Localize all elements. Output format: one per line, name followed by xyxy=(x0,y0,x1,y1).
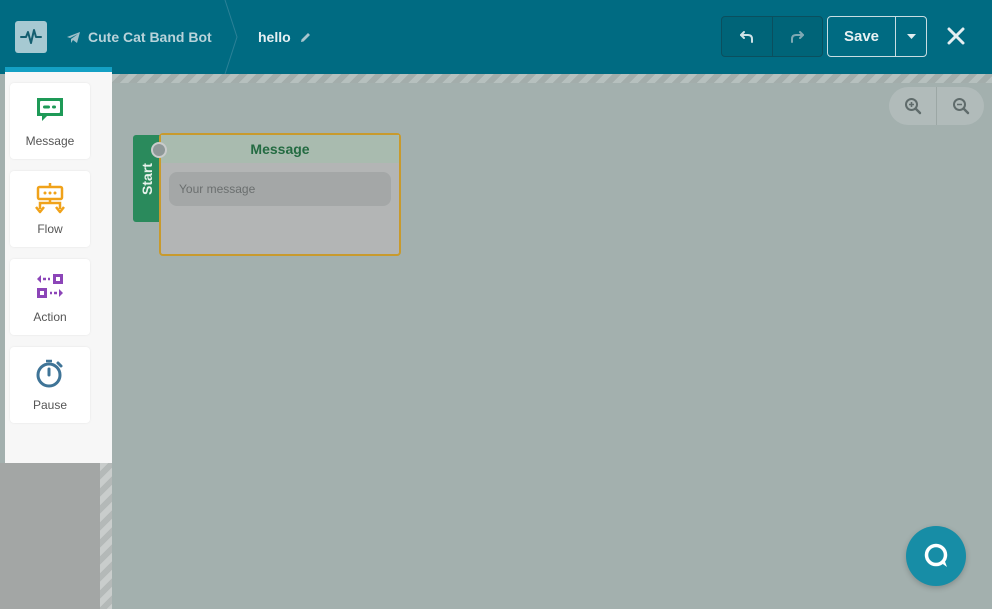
breadcrumb-separator xyxy=(224,0,238,74)
flow-name: hello xyxy=(258,29,291,45)
node-title: Message xyxy=(161,135,399,163)
redo-icon xyxy=(791,30,805,43)
tool-label: Pause xyxy=(32,398,68,412)
tool-pause[interactable]: Pause xyxy=(10,347,90,423)
redo-button[interactable] xyxy=(771,17,823,56)
chat-launcher-button[interactable] xyxy=(906,526,966,586)
close-icon xyxy=(947,27,965,45)
save-options-button[interactable] xyxy=(896,17,926,56)
logo-icon[interactable] xyxy=(15,21,47,53)
flow-icon xyxy=(35,183,65,214)
tool-action[interactable]: Action xyxy=(10,259,90,335)
sidebar-edge-stripe xyxy=(100,463,112,609)
chat-icon xyxy=(924,543,948,567)
top-bar: Cute Cat Band Bot hello Save xyxy=(0,0,992,74)
zoom-in-icon xyxy=(904,98,921,115)
zoom-out-icon xyxy=(952,98,969,115)
tool-label: Message xyxy=(25,134,75,148)
node-connector[interactable] xyxy=(151,142,167,158)
tool-label: Action xyxy=(33,310,67,324)
history-controls xyxy=(721,16,823,57)
message-node[interactable]: Message Your message xyxy=(159,133,401,256)
toolbox-panel: Message Flow Action Pause xyxy=(5,67,112,463)
canvas-edge-stripe xyxy=(112,74,992,83)
timer-icon xyxy=(36,359,63,388)
message-input[interactable]: Your message xyxy=(169,172,391,206)
message-icon xyxy=(37,98,63,121)
zoom-in-button[interactable] xyxy=(889,87,936,125)
action-icon xyxy=(37,274,63,298)
pencil-icon[interactable] xyxy=(299,31,312,44)
undo-button[interactable] xyxy=(722,17,772,56)
caret-down-icon xyxy=(906,34,916,39)
bot-breadcrumb[interactable]: Cute Cat Band Bot xyxy=(66,28,212,46)
flow-name-editor[interactable]: hello xyxy=(258,29,312,45)
zoom-out-button[interactable] xyxy=(936,87,984,125)
save-button[interactable]: Save xyxy=(828,17,896,56)
save-controls: Save xyxy=(827,16,927,57)
sidebar-backdrop xyxy=(0,463,100,609)
tool-message[interactable]: Message xyxy=(10,83,90,159)
undo-icon xyxy=(739,30,753,43)
bot-name: Cute Cat Band Bot xyxy=(88,29,212,45)
zoom-controls xyxy=(889,87,984,125)
tool-label: Flow xyxy=(37,222,63,236)
close-button[interactable] xyxy=(944,24,968,48)
tool-flow[interactable]: Flow xyxy=(10,171,90,247)
start-label: Start xyxy=(139,162,155,195)
telegram-icon xyxy=(67,31,80,43)
